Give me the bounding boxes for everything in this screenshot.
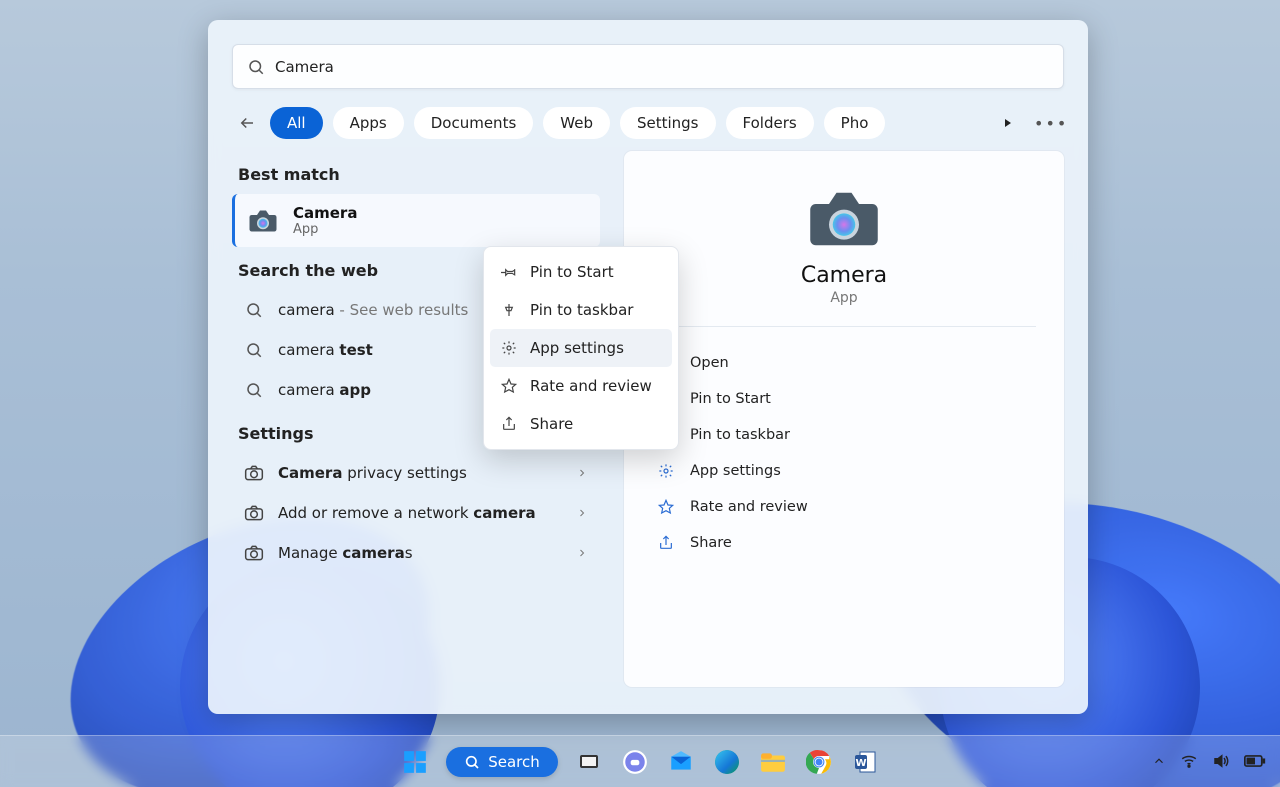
- action-rate-and-review[interactable]: Rate and review: [652, 489, 1036, 525]
- context-menu: Pin to StartPin to taskbarApp settingsRa…: [483, 246, 679, 450]
- start-button[interactable]: [400, 747, 430, 777]
- camera-app-icon: [247, 205, 279, 237]
- filter-tab-photos[interactable]: Pho: [824, 107, 886, 139]
- taskbar-search-label: Search: [488, 753, 540, 771]
- details-column: Camera App OpenPin to StartPin to taskba…: [624, 151, 1064, 687]
- context-menu-icon: [500, 339, 518, 357]
- context-menu-item-rate-and-review[interactable]: Rate and review: [490, 367, 672, 405]
- context-menu-icon: [500, 263, 518, 281]
- settings-result-1[interactable]: Add or remove a network camera: [232, 493, 600, 533]
- camera-outline-icon: [244, 543, 264, 563]
- more-options-button[interactable]: •••: [1034, 114, 1064, 133]
- action-pin-to-start[interactable]: Pin to Start: [652, 381, 1036, 417]
- context-menu-icon: [500, 377, 518, 395]
- file-explorer-button[interactable]: [758, 747, 788, 777]
- action-open[interactable]: Open: [652, 345, 1036, 381]
- app-hero: Camera App: [652, 175, 1036, 327]
- chevron-right-icon: [576, 547, 588, 559]
- mail-button[interactable]: [666, 747, 696, 777]
- filter-tab-all[interactable]: All: [270, 107, 323, 139]
- context-menu-item-app-settings[interactable]: App settings: [490, 329, 672, 367]
- filter-tab-settings[interactable]: Settings: [620, 107, 716, 139]
- chevron-right-icon: [576, 467, 588, 479]
- battery-icon[interactable]: [1244, 754, 1266, 768]
- back-button[interactable]: [232, 108, 262, 138]
- action-icon: [656, 533, 676, 553]
- context-menu-item-pin-to-start[interactable]: Pin to Start: [490, 253, 672, 291]
- volume-icon[interactable]: [1212, 752, 1230, 770]
- context-menu-item-pin-to-taskbar[interactable]: Pin to taskbar: [490, 291, 672, 329]
- search-icon: [244, 300, 264, 320]
- action-app-settings[interactable]: App settings: [652, 453, 1036, 489]
- chat-button[interactable]: [620, 747, 650, 777]
- settings-result-0[interactable]: Camera privacy settings: [232, 453, 600, 493]
- filter-tab-documents[interactable]: Documents: [414, 107, 534, 139]
- action-share[interactable]: Share: [652, 525, 1036, 561]
- search-icon: [244, 340, 264, 360]
- filter-tab-apps[interactable]: Apps: [333, 107, 404, 139]
- taskbar: Search W: [0, 735, 1280, 787]
- filter-tab-folders[interactable]: Folders: [726, 107, 814, 139]
- best-match-item[interactable]: Camera App: [232, 194, 600, 247]
- context-menu-icon: [500, 301, 518, 319]
- app-hero-subtitle: App: [652, 290, 1036, 306]
- word-button[interactable]: W: [850, 747, 880, 777]
- search-input[interactable]: [275, 58, 1049, 76]
- context-menu-icon: [500, 415, 518, 433]
- taskbar-search-button[interactable]: Search: [446, 747, 558, 777]
- camera-app-icon-large: [652, 189, 1036, 249]
- camera-outline-icon: [244, 463, 264, 483]
- settings-result-2[interactable]: Manage cameras: [232, 533, 600, 573]
- wifi-icon[interactable]: [1180, 752, 1198, 770]
- system-tray: [1152, 735, 1266, 787]
- camera-outline-icon: [244, 503, 264, 523]
- task-view-button[interactable]: [574, 747, 604, 777]
- chevron-right-icon: [576, 507, 588, 519]
- svg-text:W: W: [855, 758, 866, 769]
- action-icon: [656, 497, 676, 517]
- search-box[interactable]: [232, 44, 1064, 89]
- chrome-button[interactable]: [804, 747, 834, 777]
- action-pin-to-taskbar[interactable]: Pin to taskbar: [652, 417, 1036, 453]
- search-icon: [247, 58, 265, 76]
- app-hero-title: Camera: [652, 263, 1036, 288]
- filter-row: All Apps Documents Web Settings Folders Pho ••…: [232, 107, 1064, 139]
- best-match-subtitle: App: [293, 222, 357, 237]
- filter-tab-web[interactable]: Web: [543, 107, 610, 139]
- search-icon: [244, 380, 264, 400]
- action-icon: [656, 461, 676, 481]
- best-match-header: Best match: [238, 165, 600, 184]
- context-menu-item-share[interactable]: Share: [490, 405, 672, 443]
- tray-overflow-button[interactable]: [1152, 754, 1166, 768]
- filter-scroll-right[interactable]: [1002, 117, 1026, 129]
- best-match-title: Camera: [293, 204, 357, 222]
- edge-button[interactable]: [712, 747, 742, 777]
